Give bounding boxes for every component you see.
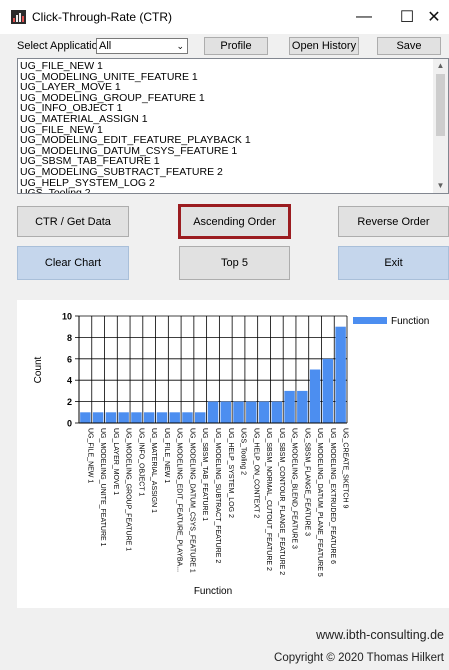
list-item[interactable]: UG_MATERIAL_ASSIGN 1 — [19, 114, 432, 125]
x-category-label: UG_LAYER_MOVE 1 — [112, 428, 119, 495]
chart-bar — [169, 412, 180, 423]
maximize-icon: ☐ — [399, 9, 415, 26]
chart-bar — [131, 412, 142, 423]
ctr-get-data-button[interactable]: CTR / Get Data — [17, 206, 129, 237]
x-category-label: UGS_Tooling 2 — [240, 428, 247, 475]
chart-bar — [246, 401, 257, 423]
y-tick-label: 8 — [67, 333, 72, 343]
function-listbox[interactable]: UG_FILE_NEW 1 UG_MODELING_UNITE_FEATURE 1… — [17, 58, 449, 194]
x-category-label: UG_MODELING_GROUP_FEATURE 1 — [125, 428, 132, 551]
x-category-label: UG_FILE_NEW 1 — [163, 428, 170, 483]
minimize-button[interactable]: — — [341, 0, 387, 34]
x-category-label: UG_SBSM_FLANGE_FEATURE 3 — [303, 428, 310, 536]
scroll-down-icon[interactable]: ▼ — [433, 179, 448, 193]
chart-bar — [309, 369, 321, 423]
chart-bar — [118, 412, 129, 423]
chart-bar — [297, 390, 308, 423]
chart-bar — [258, 401, 270, 423]
y-tick-label: 10 — [62, 312, 72, 322]
x-category-label: UG_FILE_NEW 1 — [86, 428, 93, 483]
y-tick-label: 4 — [67, 376, 72, 386]
app-chart-icon — [11, 10, 26, 24]
x-axis-label: Function — [194, 586, 232, 597]
title-bar: Click-Through-Rate (CTR) — ☐ ✕ — [0, 0, 449, 34]
chart-bar — [233, 401, 244, 423]
y-tick-label: 2 — [67, 397, 72, 407]
x-category-label: UG_MODELING_SUBTRACT_FEATURE 2 — [214, 428, 221, 563]
profile-button[interactable]: Profile — [204, 37, 268, 55]
bar-chart: 0 2 4 6 8 10 UG_FILE_NEW 1 UG_MODELING_UNITE_FE… — [33, 312, 429, 598]
x-category-label: UG_MODELING_EDIT_FEATURE_PLAYBA... — [176, 428, 183, 572]
x-category-label: UG_INFO_OBJECT 1 — [137, 428, 144, 496]
scroll-up-icon[interactable]: ▲ — [433, 59, 448, 73]
minimize-icon: — — [356, 8, 372, 25]
close-icon: ✕ — [427, 9, 441, 26]
chart-bar — [105, 412, 117, 423]
x-category-label: UG_HELP_ON_CONTEXT 2 — [252, 428, 259, 518]
ascending-order-button[interactable]: Ascending Order — [178, 204, 291, 239]
scroll-thumb[interactable] — [436, 74, 445, 136]
application-select[interactable]: All ⌄ — [96, 38, 188, 54]
x-category-label: UG_MODELING_EXTRUDED_FEATURE 6 — [329, 428, 336, 564]
legend-label: Function — [391, 316, 429, 327]
y-tick-label: 6 — [67, 354, 72, 364]
chart-bar — [322, 358, 334, 423]
chart-bar — [271, 401, 283, 423]
window-title: Click-Through-Rate (CTR) — [32, 10, 173, 24]
x-category-label: UG_SBSM_NORMAL_CUTOUT_FEATURE 2 — [265, 428, 272, 571]
x-category-label: UG_MODELING_DATUM_CSYS_FEATURE 1 — [188, 428, 195, 573]
open-history-button[interactable]: Open History — [289, 37, 359, 55]
chart-bar — [220, 401, 231, 423]
x-category-label: UG_HELP_SYSTEM_LOG 2 — [227, 428, 234, 518]
x-category-label: UG_SBSM_CONTOUR_FLANGE_FEATURE 2 — [278, 428, 285, 575]
application-select-value: All — [99, 40, 112, 52]
exit-button[interactable]: Exit — [338, 246, 449, 280]
x-category-label: UG_CREATE_SKETCH 9 — [342, 428, 349, 508]
close-button[interactable]: ✕ — [419, 0, 449, 34]
list-item[interactable]: UG_MODELING_SUBTRACT_FEATURE 2 — [19, 167, 432, 178]
chart-bar — [156, 412, 168, 423]
legend-swatch — [353, 317, 387, 324]
copyright-text: Copyright © 2020 Thomas Hilkert — [274, 652, 444, 664]
save-button[interactable]: Save — [377, 37, 441, 55]
reverse-order-button[interactable]: Reverse Order — [338, 206, 449, 237]
x-category-label: UG_MODELING_DATUM_PLANE_FEATURE 5 — [316, 428, 323, 577]
list-item[interactable]: UG_FILE_NEW 1 — [19, 61, 432, 72]
clear-chart-button[interactable]: Clear Chart — [17, 246, 129, 280]
function-list: UG_FILE_NEW 1 UG_MODELING_UNITE_FEATURE 1… — [19, 61, 432, 193]
chart-bar — [335, 326, 346, 423]
chevron-down-icon: ⌄ — [176, 41, 184, 51]
x-category-label: UG_MATERIAL_ASSIGN 1 — [150, 428, 157, 513]
chart-area: 0 2 4 6 8 10 UG_FILE_NEW 1 UG_MODELING_UNITE_FE… — [17, 300, 449, 608]
list-item[interactable]: UGS_Tooling 2 — [19, 188, 432, 193]
top5-button[interactable]: Top 5 — [179, 246, 290, 280]
chart-bar — [92, 412, 104, 423]
website-link[interactable]: www.ibth-consulting.de — [316, 628, 444, 642]
x-category-label: UG_SBSM_TAB_FEATURE 1 — [201, 428, 208, 521]
x-category-label: UG_MODELING_BLEND_FEATURE 3 — [291, 428, 298, 549]
y-axis-label: Count — [33, 356, 44, 383]
chart-bar — [195, 412, 206, 423]
chart-bar — [284, 390, 295, 423]
chart-bar — [143, 412, 155, 423]
listbox-scrollbar[interactable]: ▲ ▼ — [433, 59, 448, 193]
select-application-label: Select Application: — [17, 40, 107, 52]
chart-bar — [207, 401, 219, 423]
y-tick-label: 0 — [67, 419, 72, 429]
x-category-label: UG_MODELING_UNITE_FEATURE 1 — [99, 428, 106, 547]
chart-bar — [182, 412, 193, 423]
chart-bar — [80, 412, 91, 423]
